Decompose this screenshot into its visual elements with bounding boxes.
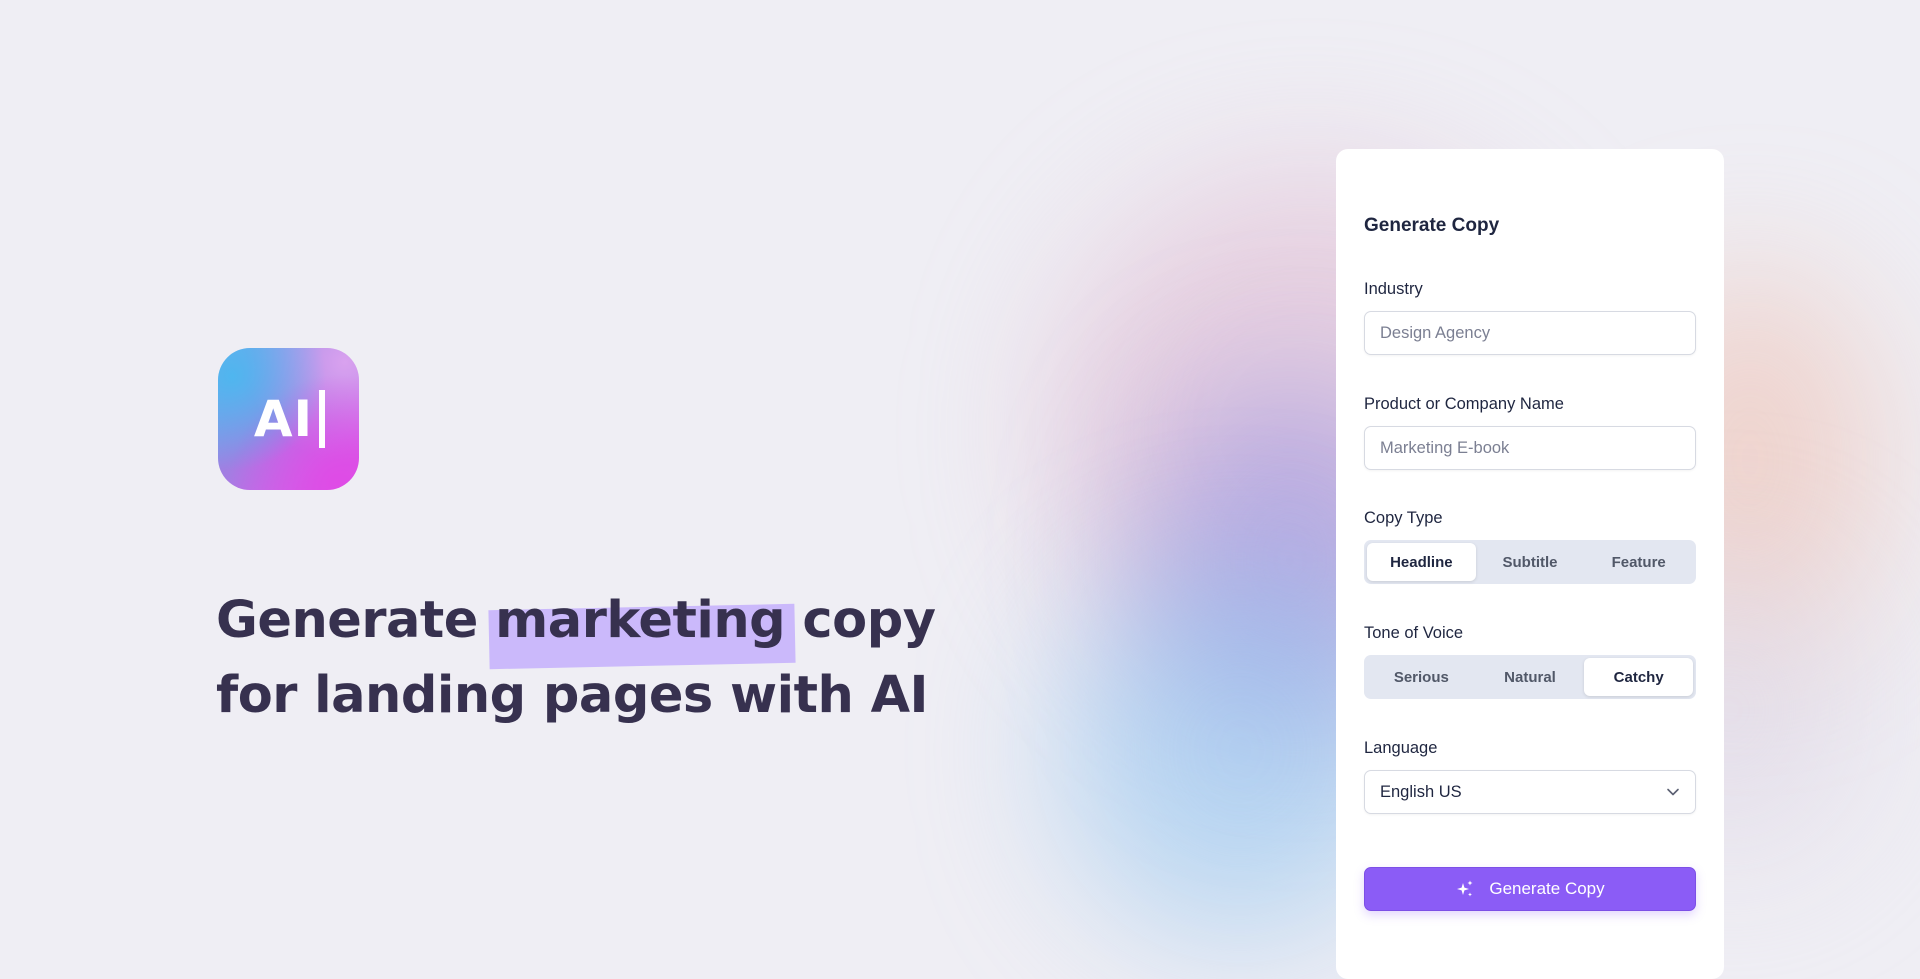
generate-copy-label: Generate Copy xyxy=(1489,879,1605,898)
language-field: Language English US xyxy=(1364,737,1696,814)
tone-catchy[interactable]: Catchy xyxy=(1584,658,1694,696)
generate-copy-form: Generate Copy Industry Design Agency Pro… xyxy=(1336,149,1724,979)
product-input[interactable]: Marketing E-book xyxy=(1364,426,1696,470)
form-title: Generate Copy xyxy=(1364,215,1500,236)
hero-text: copy xyxy=(785,591,936,650)
hero-line-2: for landing pages with AI xyxy=(216,666,929,725)
product-label: Product or Company Name xyxy=(1364,395,1564,413)
product-field: Product or Company Name Marketing E-book xyxy=(1364,393,1696,470)
app-logo: AI xyxy=(218,348,359,490)
sparkles-icon xyxy=(1457,880,1473,897)
tone-natural[interactable]: Natural xyxy=(1476,658,1585,696)
copy-type-label: Copy Type xyxy=(1364,509,1443,527)
hero-heading: Generate marketing copy for landing page… xyxy=(216,583,976,733)
hero-highlight: marketing xyxy=(495,583,786,658)
chevron-down-icon xyxy=(1667,788,1679,796)
industry-input[interactable]: Design Agency xyxy=(1364,311,1696,355)
language-value: English US xyxy=(1380,782,1462,801)
tone-serious[interactable]: Serious xyxy=(1367,658,1476,696)
hero-line-1: Generate marketing copy xyxy=(216,583,976,658)
generate-copy-button[interactable]: Generate Copy xyxy=(1364,867,1696,911)
text-cursor-icon xyxy=(319,390,326,448)
language-select[interactable]: English US xyxy=(1364,770,1696,814)
language-label: Language xyxy=(1364,739,1438,757)
industry-label: Industry xyxy=(1364,280,1423,298)
hero-text: Generate xyxy=(216,591,496,650)
industry-field: Industry Design Agency xyxy=(1364,278,1696,355)
copy-type-feature[interactable]: Feature xyxy=(1584,543,1693,581)
tone-label: Tone of Voice xyxy=(1364,624,1464,642)
logo-text: AI xyxy=(253,390,314,448)
copy-type-headline[interactable]: Headline xyxy=(1367,543,1476,581)
tone-segmented-control: Serious Natural Catchy xyxy=(1364,655,1696,699)
copy-type-subtitle[interactable]: Subtitle xyxy=(1476,543,1585,581)
tone-field: Tone of Voice Serious Natural Catchy xyxy=(1364,622,1696,699)
copy-type-field: Copy Type Headline Subtitle Feature xyxy=(1364,507,1696,584)
copy-type-segmented-control: Headline Subtitle Feature xyxy=(1364,540,1696,584)
